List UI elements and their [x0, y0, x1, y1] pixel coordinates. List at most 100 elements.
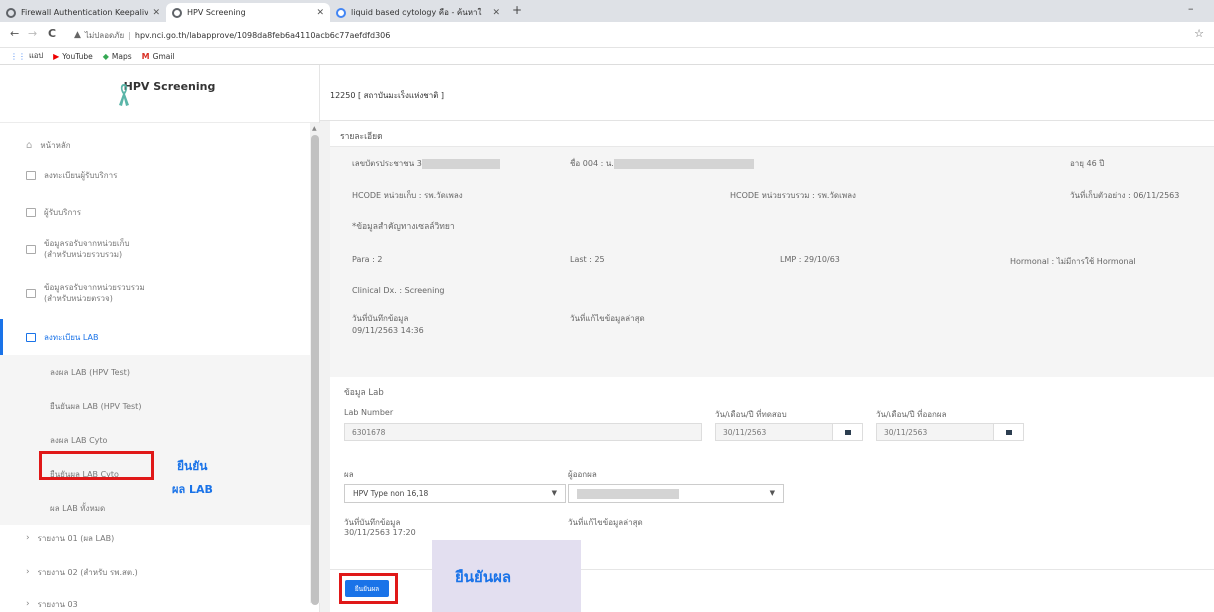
reporter-select[interactable]: ▼: [568, 484, 784, 503]
edited-date-label: วันที่แก้ไขข้อมูลล่าสุด: [570, 314, 645, 323]
star-icon[interactable]: ☆: [1194, 27, 1204, 40]
detail-section: เลขบัตรประชาชน 3 ชื่อ 004 : น. อายุ 46 ป…: [330, 147, 1214, 377]
bookmark-maps[interactable]: ◆ Maps: [103, 52, 132, 61]
sidebar-item-all-lab[interactable]: ผล LAB ทั้งหมด: [0, 491, 310, 525]
test-date-label: วัน/เดือน/ปี ที่ทดสอบ: [715, 410, 787, 419]
sidebar-item-lab-hpv[interactable]: ลงผล LAB (HPV Test): [0, 355, 310, 389]
lab-edited-label: วันที่แก้ไขข้อมูลล่าสุด: [568, 518, 643, 527]
redacted-reporter: [577, 488, 679, 499]
highlight-sidebar-confirm-cyto: [39, 451, 154, 480]
highlight-confirm-button: [339, 573, 398, 604]
collect-date: วันที่เก็บตัวอย่าง : 06/11/2563: [1070, 191, 1180, 200]
chevron-down-icon: ▼: [551, 489, 557, 497]
sidebar-item-register-lab[interactable]: ลงทะเบียน LAB: [0, 319, 310, 355]
brand: HPV Screening: [0, 65, 319, 123]
chevron-right-icon: ›: [26, 533, 30, 543]
ribbon-icon: [119, 84, 129, 106]
reporter-label: ผู้ออกผล: [568, 470, 597, 479]
hcode-collect: HCODE หน่วยเก็บ : รพ.วัดเพลง: [352, 191, 463, 200]
url-separator: |: [128, 30, 131, 40]
close-icon[interactable]: ✕: [152, 8, 160, 18]
detail-card: รายละเอียด เลขบัตรประชาชน 3 ชื่อ 004 : น…: [330, 121, 1214, 612]
sidebar-item-register-client[interactable]: ลงทะเบียนผู้รับบริการ: [0, 167, 310, 183]
bookmark-gmail[interactable]: M Gmail: [142, 52, 175, 61]
test-date-input[interactable]: 30/11/2563: [715, 423, 833, 441]
annotation-bottom: ยืนยันผล: [455, 568, 512, 586]
result-date-input[interactable]: 30/11/2563: [876, 423, 994, 441]
not-secure-label: ไม่ปลอดภัย: [84, 30, 125, 40]
sidebar-scrollbar[interactable]: ▲: [310, 123, 320, 605]
lab-number-input[interactable]: 6301678: [344, 423, 702, 441]
browser-tabstrip: Firewall Authentication Keepaliv ✕ HPV S…: [0, 0, 1214, 22]
result-label: ผล: [344, 470, 354, 479]
url-input[interactable]: ▲ ไม่ปลอดภัย | hpv.nci.go.th/labapprove/…: [74, 26, 1194, 44]
chat-icon: [26, 332, 36, 342]
id-number: เลขบัตรประชาชน 3: [352, 157, 500, 170]
client-name: ชื่อ 004 : น.: [570, 157, 754, 170]
forward-button[interactable]: →: [28, 27, 37, 40]
brand-title: HPV Screening: [123, 80, 216, 93]
test-date-calendar-button[interactable]: [833, 423, 863, 441]
browser-tab-firewall[interactable]: Firewall Authentication Keepaliv ✕: [0, 3, 166, 22]
reload-button[interactable]: C: [48, 27, 56, 40]
scroll-up-icon[interactable]: ▲: [312, 125, 317, 132]
saved-date-label: วันที่บันทึกข้อมูล: [352, 314, 409, 323]
sidebar-item-confirm-lab-hpv[interactable]: ยืนยันผล LAB (HPV Test): [0, 389, 310, 423]
square-icon: [26, 288, 36, 298]
lab-heading: ข้อมูล Lab: [344, 388, 384, 398]
scroll-thumb[interactable]: [311, 135, 319, 605]
para: Para : 2: [352, 255, 383, 264]
clinical-dx: Clinical Dx. : Screening: [352, 286, 445, 295]
lab-saved-value: 30/11/2563 17:20: [344, 528, 416, 537]
url-text: hpv.nci.go.th/labapprove/1098da8feb6a411…: [134, 30, 391, 40]
apps-grid-icon: ⋮⋮: [10, 51, 26, 61]
lab-number-label: Lab Number: [344, 408, 394, 417]
hcode-gather: HCODE หน่วยรวบรวม : รพ.วัดเพลง: [730, 191, 856, 200]
back-button[interactable]: ←: [10, 27, 19, 40]
sidebar-item-home[interactable]: ⌂ หน้าหลัก: [0, 137, 310, 153]
sidebar-item-recv-gather[interactable]: ข้อมูลรอรับจากหน่วยรวบรวม (สำหรับหน่วยตรว…: [0, 281, 310, 305]
sidebar: HPV Screening ⌂ หน้าหลัก ลงทะเบียนผู้รับ…: [0, 65, 320, 612]
result-date-calendar-button[interactable]: [994, 423, 1024, 441]
lmp: LMP : 29/10/63: [780, 255, 840, 264]
hormonal: Hormonal : ไม่มีการใช้ Hormonal: [1010, 257, 1136, 266]
saved-date-value: 09/11/2563 14:36: [352, 326, 424, 335]
browser-tab-hpv[interactable]: HPV Screening ✕: [166, 3, 330, 22]
age: อายุ 46 ปี: [1070, 159, 1105, 168]
topbar: 12250 [ สถาบันมะเร็งแห่งชาติ ]: [320, 65, 1214, 121]
cyto-heading: *ข้อมูลสำคัญทางเซลล์วิทยา: [352, 222, 455, 232]
chevron-right-icon: ›: [26, 599, 30, 609]
main-content: 12250 [ สถาบันมะเร็งแห่งชาติ ] รายละเอีย…: [320, 65, 1214, 612]
card-header: รายละเอียด: [330, 121, 1214, 147]
address-bar: ← → C ▲ ไม่ปลอดภัย | hpv.nci.go.th/labap…: [0, 22, 1214, 48]
sidebar-item-report2[interactable]: › รายงาน 02 (สำหรับ รพ.สต.): [0, 564, 310, 580]
sidebar-item-report3[interactable]: › รายงาน 03: [0, 596, 310, 612]
result-select[interactable]: HPV Type non 16,18 ▼: [344, 484, 566, 503]
minimize-button[interactable]: –: [1188, 2, 1194, 15]
chevron-down-icon: ▼: [769, 489, 775, 497]
close-icon[interactable]: ✕: [316, 8, 324, 18]
result-date-label: วัน/เดือน/ปี ที่ออกผล: [876, 410, 947, 419]
close-icon[interactable]: ✕: [492, 8, 500, 18]
new-tab-button[interactable]: +: [512, 3, 522, 17]
gmail-icon: M: [141, 51, 150, 61]
google-icon: [336, 7, 346, 18]
bookmarks-bar: ⋮⋮ แอป ▶ YouTube ◆ Maps M Gmail: [0, 48, 1214, 65]
sidebar-item-report1[interactable]: › รายงาน 01 (ผล LAB): [0, 530, 310, 546]
bookmark-apps[interactable]: ⋮⋮ แอป: [10, 50, 43, 62]
square-icon: [26, 244, 36, 254]
browser-tab-google[interactable]: liquid based cytology คือ - ค้นหาใ ✕: [330, 3, 506, 22]
globe-icon: [172, 7, 182, 18]
warning-icon: ▲: [74, 30, 81, 40]
maps-icon: ◆: [102, 51, 109, 61]
chevron-right-icon: ›: [26, 567, 30, 577]
calendar-icon: [1005, 429, 1012, 435]
list-icon: [26, 207, 36, 217]
bookmark-youtube[interactable]: ▶ YouTube: [53, 52, 93, 61]
hospital-label: 12250 [ สถาบันมะเร็งแห่งชาติ ]: [330, 91, 445, 100]
home-icon: ⌂: [26, 139, 33, 151]
sidebar-item-recv-collect[interactable]: ข้อมูลรอรับจากหน่วยเก็บ (สำหรับหน่วยรวบรว…: [0, 237, 310, 261]
sidebar-item-clients[interactable]: ผู้รับบริการ: [0, 204, 310, 220]
list-icon: [26, 170, 36, 180]
annotation-side-line2: ผล LAB: [172, 483, 213, 496]
